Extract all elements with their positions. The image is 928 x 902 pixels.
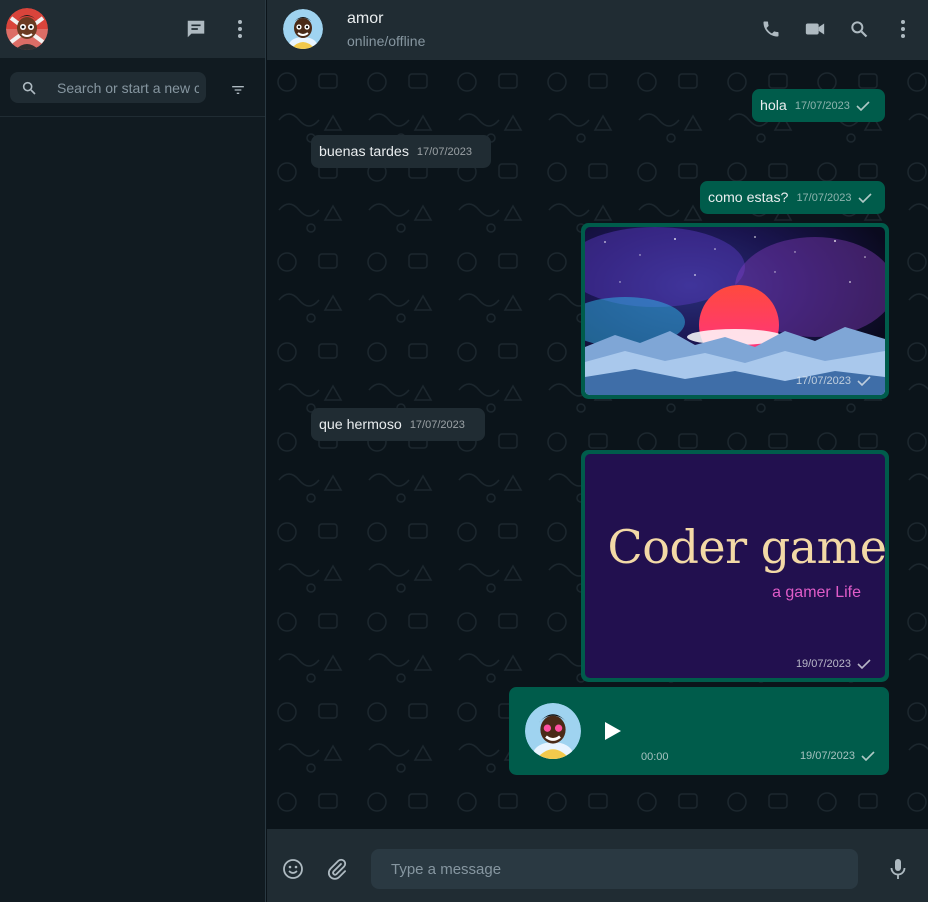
chat-search-icon[interactable] — [847, 17, 871, 41]
image-message[interactable]: Coder game a gamer Life 19/07/2023 — [581, 450, 889, 682]
audio-duration: 00:00 — [641, 751, 669, 763]
new-chat-icon[interactable] — [184, 17, 208, 41]
search-input[interactable] — [57, 77, 199, 99]
profile-avatar[interactable] — [6, 8, 48, 50]
chat-menu-icon[interactable] — [891, 17, 915, 41]
search-box[interactable] — [10, 72, 206, 103]
contact-avatar[interactable] — [283, 9, 323, 49]
chat-header[interactable]: amor online/offline — [267, 0, 928, 60]
coder-game-image[interactable]: Coder game a gamer Life 19/07/2023 — [585, 454, 885, 678]
message-time: 17/07/2023 — [416, 145, 472, 158]
phone-icon[interactable] — [759, 17, 783, 41]
video-call-icon[interactable] — [803, 17, 827, 41]
contact-status: online/offline — [347, 33, 426, 49]
space-image[interactable]: 17/07/2023 — [585, 227, 885, 395]
image-subtitle: a gamer Life — [772, 584, 861, 601]
message-time: 17/07/2023 — [795, 375, 851, 387]
sidebar-header — [0, 0, 265, 58]
message-time-wrap: 17/07/2023 — [796, 375, 871, 387]
search-icon — [21, 80, 37, 96]
message-outgoing[interactable]: hola 17/07/2023 — [752, 89, 885, 122]
read-tick-icon — [857, 376, 871, 386]
message-time-wrap: 19/07/2023 — [800, 750, 875, 762]
message-incoming[interactable]: que hermoso 17/07/2023 — [311, 408, 485, 441]
message-time: 19/07/2023 — [799, 750, 855, 762]
space-image-art — [585, 227, 885, 395]
filter-icon[interactable] — [228, 80, 248, 100]
message-incoming[interactable]: buenas tardes 17/07/2023 — [311, 135, 491, 168]
contact-name: amor — [347, 10, 384, 27]
chat-body[interactable]: hola 17/07/2023 buenas tardes 17/07/2023… — [267, 60, 928, 829]
attach-icon[interactable] — [325, 857, 349, 881]
read-tick-icon — [857, 192, 872, 203]
message-text: buenas tardes — [319, 143, 409, 160]
audio-sender-avatar — [525, 703, 581, 759]
message-time: 17/07/2023 — [796, 191, 852, 204]
message-input[interactable] — [371, 849, 858, 889]
composer — [267, 829, 928, 902]
play-icon[interactable] — [599, 719, 623, 743]
mic-icon[interactable] — [886, 857, 910, 881]
emoji-icon[interactable] — [281, 857, 305, 881]
search-row — [0, 58, 265, 117]
image-message[interactable]: 17/07/2023 — [581, 223, 889, 399]
message-text: como estas? — [708, 189, 789, 206]
app: amor online/offline — [0, 0, 928, 902]
message-text: hola — [760, 97, 787, 114]
sidebar — [0, 0, 266, 902]
read-tick-icon — [856, 100, 870, 111]
read-tick-icon — [861, 751, 875, 761]
message-text: que hermoso — [319, 416, 402, 433]
menu-icon[interactable] — [228, 17, 252, 41]
message-time: 17/07/2023 — [794, 99, 850, 112]
message-time: 17/07/2023 — [409, 418, 465, 431]
image-title: Coder game — [607, 520, 885, 574]
message-time-wrap: 19/07/2023 — [796, 658, 871, 670]
audio-message[interactable]: 00:00 19/07/2023 — [509, 687, 889, 775]
message-time: 19/07/2023 — [795, 658, 851, 670]
chat-panel: amor online/offline hola 17/07/2023 buen… — [267, 0, 928, 902]
read-tick-icon — [857, 659, 871, 669]
message-outgoing[interactable]: como estas? 17/07/2023 — [700, 181, 885, 214]
